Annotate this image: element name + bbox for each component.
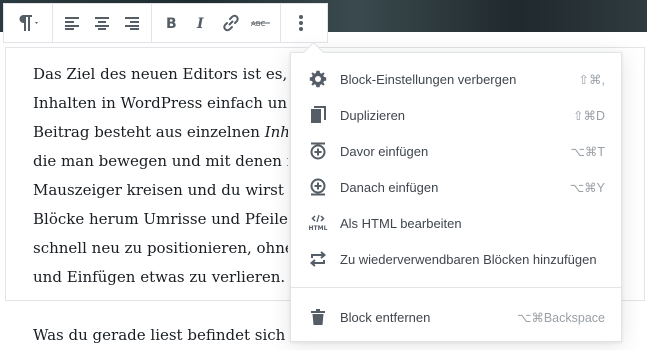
text-line: Blöcke herum Umrisse und Pfeile xyxy=(33,210,288,228)
insert-before-icon xyxy=(308,141,328,161)
block-toolbar: B I ABC xyxy=(3,3,328,43)
link-button[interactable] xyxy=(216,5,246,41)
formatting-group: B I ABC xyxy=(152,4,281,42)
menu-item-shortcut: ⌥⌘T xyxy=(570,144,605,159)
paragraph-icon xyxy=(19,15,38,31)
paragraph-switcher-button[interactable] xyxy=(8,5,48,41)
menu-item-edit-html[interactable]: HTML Als HTML bearbeiten xyxy=(291,205,621,241)
menu-item-insert-after[interactable]: Danach einfügen ⌥⌘Y xyxy=(291,169,621,205)
menu-item-shortcut: ⇧⌘, xyxy=(578,72,605,87)
menu-item-shortcut: ⇧⌘D xyxy=(572,108,605,123)
strikethrough-icon: ABC xyxy=(251,20,270,28)
bold-button[interactable]: B xyxy=(156,5,186,41)
text-line: Beitrag besteht aus einzelnen Inha xyxy=(33,123,288,141)
kebab-icon xyxy=(299,15,303,31)
block-settings-menu: Block-Einstellungen verbergen ⇧⌘, Dupliz… xyxy=(290,52,622,342)
svg-text:ABC: ABC xyxy=(251,20,265,28)
strikethrough-button[interactable]: ABC xyxy=(246,5,276,41)
menu-separator xyxy=(291,287,621,288)
align-left-icon xyxy=(65,17,79,30)
menu-item-label: Davor einfügen xyxy=(340,143,429,159)
next-paragraph[interactable]: Was du gerade liest befindet sich i xyxy=(33,321,288,349)
italic-button[interactable]: I xyxy=(186,5,216,41)
text-line: und Einfügen etwas zu verlieren. xyxy=(33,268,286,286)
svg-text:B: B xyxy=(166,16,177,31)
alignment-group xyxy=(53,4,152,42)
menu-item-insert-before[interactable]: Davor einfügen ⌥⌘T xyxy=(291,133,621,169)
text-line: Mauszeiger kreisen und du wirst i xyxy=(33,181,288,199)
text-line: die man bewegen und mit denen i xyxy=(33,152,288,170)
trash-icon xyxy=(308,307,328,327)
reusable-block-icon xyxy=(308,249,328,269)
menu-item-shortcut: ⌥⌘Y xyxy=(569,180,605,195)
svg-text:HTML: HTML xyxy=(309,225,328,232)
text-line: Inhalten in WordPress einfach un xyxy=(33,94,288,112)
text-line: Das Ziel des neuen Editors ist es, d xyxy=(33,65,288,83)
more-options-button[interactable] xyxy=(285,5,317,41)
menu-item-label: Danach einfügen xyxy=(340,179,439,195)
menu-item-label: Als HTML bearbeiten xyxy=(340,215,462,231)
paragraph-text[interactable]: Das Ziel des neuen Editors ist es, d Inh… xyxy=(33,60,288,292)
bold-icon: B xyxy=(166,16,177,31)
menu-item-label: Block-Einstellungen verbergen xyxy=(340,71,517,87)
menu-item-label: Duplizieren xyxy=(340,107,406,123)
html-icon: HTML xyxy=(308,213,328,233)
align-left-button[interactable] xyxy=(57,5,87,41)
menu-item-duplicate[interactable]: Duplizieren ⇧⌘D xyxy=(291,97,621,133)
gear-icon xyxy=(308,69,328,89)
menu-item-add-reusable[interactable]: Zu wiederverwendbaren Blöcken hinzufügen xyxy=(291,241,621,277)
insert-after-icon xyxy=(308,177,328,197)
align-center-icon xyxy=(95,17,109,30)
duplicate-icon xyxy=(308,105,328,125)
link-icon xyxy=(223,14,239,32)
more-group xyxy=(281,4,321,42)
text-line: schnell neu zu positionieren, ohne xyxy=(33,239,288,257)
menu-item-remove-block[interactable]: Block entfernen ⌥⌘Backspace xyxy=(291,299,621,335)
align-center-button[interactable] xyxy=(87,5,117,41)
menu-item-label: Zu wiederverwendbaren Blöcken hinzufügen xyxy=(340,251,597,267)
align-right-button[interactable] xyxy=(117,5,147,41)
block-type-group xyxy=(4,4,53,42)
menu-item-shortcut: ⌥⌘Backspace xyxy=(516,310,605,325)
menu-item-hide-settings[interactable]: Block-Einstellungen verbergen ⇧⌘, xyxy=(291,61,621,97)
menu-item-label: Block entfernen xyxy=(340,309,431,325)
align-right-icon xyxy=(125,17,139,30)
italic-icon: I xyxy=(196,16,204,31)
svg-text:I: I xyxy=(196,16,204,31)
